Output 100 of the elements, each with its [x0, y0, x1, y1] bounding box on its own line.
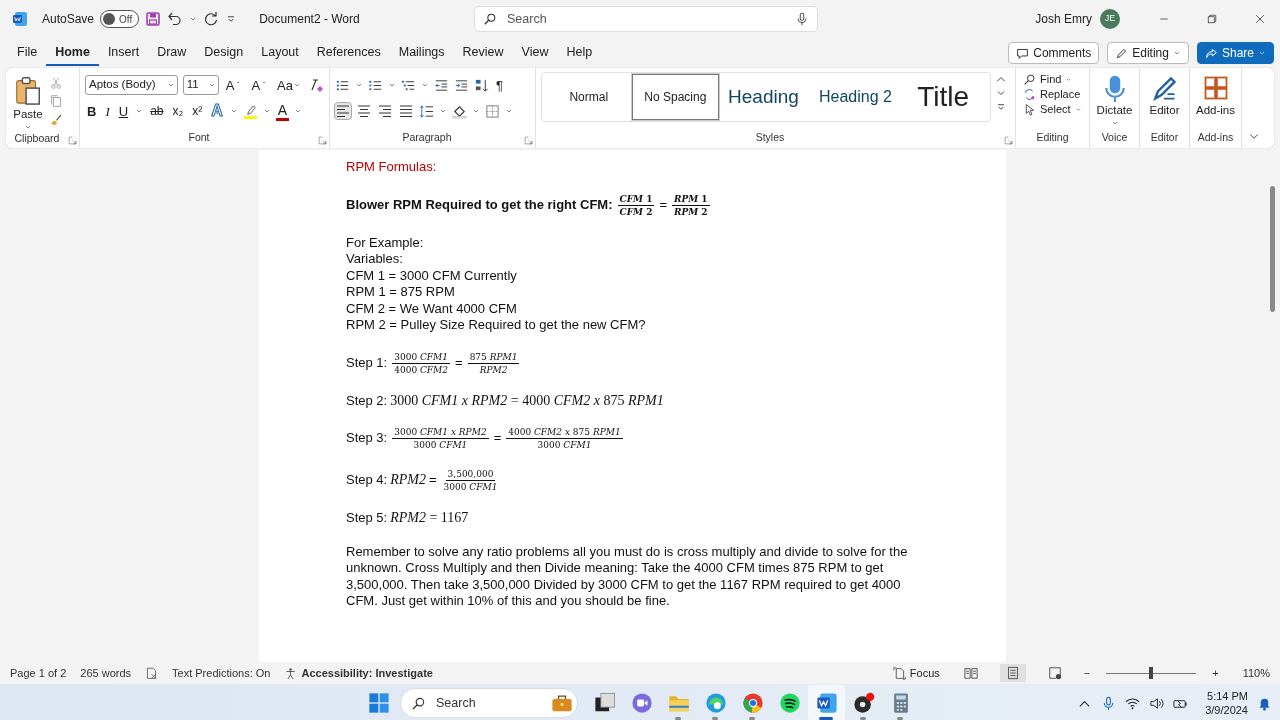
- taskbar-search-field[interactable]: Search: [400, 688, 578, 718]
- ribbon-tab[interactable]: Layout: [252, 40, 308, 66]
- caret-icon[interactable]: [388, 81, 396, 89]
- dialog-launcher-icon[interactable]: [318, 136, 327, 145]
- caret-icon[interactable]: [439, 107, 447, 115]
- caret-icon[interactable]: [421, 81, 429, 89]
- line-spacing-icon[interactable]: [419, 103, 434, 119]
- caret-icon[interactable]: [294, 107, 303, 115]
- copy-icon[interactable]: [49, 94, 63, 108]
- denominator: 3000 CFM1: [412, 439, 469, 451]
- bold-button[interactable]: B: [85, 103, 99, 119]
- ribbon-tab[interactable]: Insert: [98, 40, 149, 66]
- taskbar-search-input[interactable]: Search: [434, 692, 524, 714]
- font-size-field[interactable]: 11: [182, 75, 219, 95]
- search-field[interactable]: Search: [474, 6, 818, 32]
- add-ins-button[interactable]: Add-ins: [1194, 72, 1237, 120]
- sup-button[interactable]: x²: [190, 104, 205, 118]
- user-avatar[interactable]: JE: [1100, 9, 1120, 29]
- denominator: 4000 CFM2: [393, 363, 450, 376]
- caret-icon[interactable]: [505, 107, 513, 115]
- zoom-slider[interactable]: [1106, 667, 1197, 679]
- style-option[interactable]: No Spacing: [631, 74, 720, 120]
- accessibility-icon[interactable]: [284, 666, 298, 680]
- style-option[interactable]: Title: [900, 74, 986, 120]
- highlighter-icon[interactable]: [242, 103, 258, 119]
- ribbon-tab[interactable]: Design: [195, 40, 253, 66]
- style-option[interactable]: Heading 2: [810, 74, 901, 120]
- wifi-icon[interactable]: [1125, 695, 1141, 711]
- change-case-button[interactable]: Aa: [275, 77, 303, 93]
- align-center-icon[interactable]: [356, 103, 372, 119]
- caret-icon[interactable]: [135, 107, 144, 115]
- paste-button[interactable]: Paste: [11, 72, 45, 132]
- text-predictions-status[interactable]: Text Predictions: On: [172, 664, 271, 682]
- caret-icon[interactable]: [355, 81, 363, 89]
- sort-icon[interactable]: [474, 77, 489, 93]
- strike-button[interactable]: ab: [148, 104, 166, 118]
- scrollbar-thumb[interactable]: [1270, 186, 1275, 312]
- ribbon-tab[interactable]: Mailings: [389, 40, 454, 66]
- shading-icon[interactable]: [452, 103, 467, 119]
- grow-font-button[interactable]: A: [223, 77, 245, 93]
- caret-icon[interactable]: [472, 107, 480, 115]
- ribbon-tab[interactable]: References: [307, 40, 390, 66]
- decrease-indent-icon[interactable]: [434, 77, 449, 93]
- zoom-out-button[interactable]: −: [1083, 664, 1091, 682]
- volume-icon[interactable]: [1149, 695, 1165, 711]
- editor-button[interactable]: Editor: [1147, 72, 1182, 120]
- caret-icon[interactable]: [262, 107, 271, 115]
- borders-icon[interactable]: [485, 103, 500, 119]
- clock-time[interactable]: 5:14 PM: [1205, 689, 1248, 703]
- clock-date[interactable]: 3/9/2024: [1205, 703, 1248, 717]
- caret-icon[interactable]: [189, 15, 198, 23]
- dialog-launcher-icon[interactable]: [524, 136, 533, 145]
- font-name-field[interactable]: Aptos (Body): [85, 75, 178, 95]
- show-marks-button[interactable]: ¶: [494, 77, 505, 93]
- ribbon-tab[interactable]: Draw: [148, 40, 196, 66]
- style-option[interactable]: Heading: [719, 74, 811, 120]
- sub-button[interactable]: x₂: [170, 104, 186, 118]
- editing-button[interactable]: Editing: [1107, 42, 1189, 64]
- briefcase-icon: [551, 692, 573, 714]
- shrink-font-button[interactable]: A: [249, 77, 271, 93]
- caret-icon[interactable]: [229, 107, 238, 115]
- autosave-toggle[interactable]: Off: [100, 10, 140, 28]
- clear-formatting-icon[interactable]: [308, 77, 324, 93]
- formula-label: Step 4:: [346, 472, 388, 489]
- select-button[interactable]: Select: [1021, 102, 1084, 117]
- comments-button[interactable]: Comments: [1008, 42, 1100, 64]
- ribbon-tab[interactable]: Home: [46, 40, 99, 66]
- color-button[interactable]: A: [275, 101, 290, 121]
- dialog-launcher-icon[interactable]: [68, 136, 77, 145]
- search-input[interactable]: Search: [505, 8, 787, 30]
- align-left-icon[interactable]: [335, 103, 351, 119]
- find-button[interactable]: Find: [1021, 72, 1084, 87]
- align-justify-icon[interactable]: [398, 103, 414, 119]
- save-icon[interactable]: [145, 11, 162, 27]
- ribbon-tab[interactable]: File: [8, 40, 47, 66]
- focus-button[interactable]: Focus: [890, 665, 942, 681]
- scissors-icon[interactable]: [49, 76, 63, 90]
- style-option[interactable]: Normal: [546, 74, 632, 120]
- italic-button[interactable]: I: [103, 103, 112, 119]
- proofing-icon[interactable]: [145, 666, 159, 680]
- slider-thumb[interactable]: [1149, 667, 1154, 679]
- align-right-icon[interactable]: [377, 103, 393, 119]
- dictate-button[interactable]: Dictate: [1094, 72, 1135, 128]
- formula-label: Blower RPM Required to get the right CFM:: [346, 196, 613, 214]
- ribbon-tab[interactable]: Review: [453, 40, 513, 66]
- ribbon-tab[interactable]: Help: [557, 40, 602, 66]
- accessibility-status[interactable]: Accessibility: Investigate: [301, 664, 433, 682]
- redo-icon[interactable]: [203, 11, 220, 27]
- underline-button[interactable]: U: [116, 103, 131, 119]
- document-app-button[interactable]: [808, 685, 845, 720]
- share-button[interactable]: Share: [1196, 42, 1274, 64]
- zoom-in-button[interactable]: +: [1212, 664, 1219, 682]
- dialog-launcher-icon[interactable]: [1004, 136, 1013, 145]
- increase-indent-icon[interactable]: [454, 77, 469, 93]
- ribbon-tab[interactable]: View: [512, 40, 558, 66]
- undo-icon[interactable]: [167, 11, 184, 27]
- replace-button[interactable]: Replace: [1021, 87, 1084, 102]
- start-icon[interactable]: [368, 692, 390, 714]
- paintbrush-icon[interactable]: [49, 112, 63, 126]
- print-view-icon[interactable]: [999, 664, 1026, 682]
